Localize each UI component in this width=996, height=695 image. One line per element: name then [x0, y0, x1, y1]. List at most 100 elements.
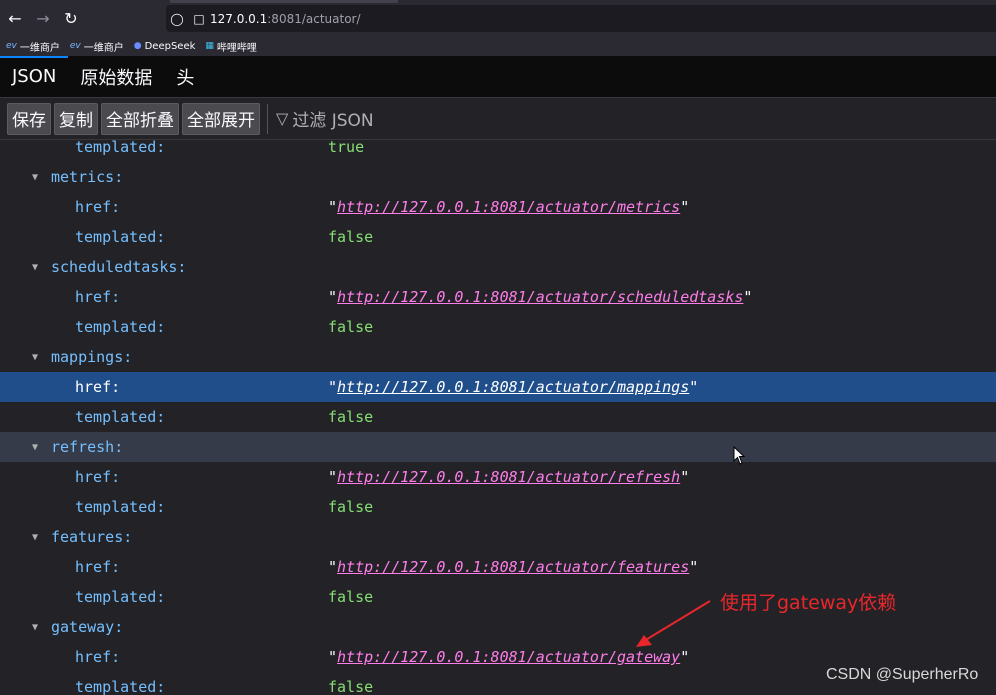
- bookmark-label: 哔哩哔哩: [216, 42, 257, 54]
- tree-value: "http://127.0.0.1:8081/actuator/mappings…: [328, 378, 698, 396]
- shield-icon[interactable]: ◯: [166, 12, 188, 26]
- tree-key: refresh:: [51, 438, 124, 456]
- reload-icon[interactable]: ↻: [58, 5, 84, 31]
- mouse-cursor-icon: [733, 446, 746, 465]
- funnel-icon: ▽: [276, 109, 289, 128]
- collapse-all-button[interactable]: 全部折叠: [101, 102, 179, 135]
- tree-property-row[interactable]: templated: false: [0, 492, 996, 522]
- copy-button[interactable]: 复制: [54, 102, 98, 135]
- quote-mark: ": [680, 468, 690, 486]
- url-bar[interactable]: ◯ □ 127.0.0.1:8081/actuator/: [166, 5, 996, 32]
- tree-key: href:: [75, 198, 121, 216]
- tab-label: 头: [176, 67, 195, 89]
- href-link[interactable]: http://127.0.0.1:8081/actuator/features: [337, 558, 689, 576]
- filter-json-input[interactable]: ▽ 过滤 JSON: [276, 106, 374, 131]
- tree-value: "http://127.0.0.1:8081/actuator/refresh": [328, 468, 689, 486]
- href-link[interactable]: http://127.0.0.1:8081/actuator/scheduled…: [337, 288, 743, 306]
- tree-key: href:: [75, 558, 121, 576]
- tree-key: metrics:: [51, 168, 124, 186]
- tree-key: templated:: [75, 498, 166, 516]
- quote-mark: ": [680, 648, 690, 666]
- quote-mark: ": [328, 558, 338, 576]
- browser-window: ← → ↻ ◯ □ 127.0.0.1:8081/actuator/ ev 一维商…: [0, 0, 996, 695]
- back-arrow-icon[interactable]: ←: [2, 5, 28, 31]
- bookmark-item[interactable]: ● DeepSeek: [134, 41, 196, 52]
- href-link[interactable]: http://127.0.0.1:8081/actuator/metrics: [337, 198, 680, 216]
- tree-key: href:: [75, 288, 121, 306]
- tree-key: scheduledtasks:: [51, 258, 187, 276]
- tab-label: 原始数据: [80, 67, 153, 89]
- tree-key: templated:: [75, 318, 166, 336]
- quote-mark: ": [328, 468, 338, 486]
- filter-placeholder: 过滤 JSON: [292, 111, 374, 131]
- url-path: :8081/actuator/: [267, 11, 361, 26]
- tree-value: true: [328, 140, 365, 156]
- save-button[interactable]: 保存: [7, 102, 51, 135]
- tree-property-row[interactable]: href: "http://127.0.0.1:8081/actuator/met…: [0, 192, 996, 222]
- quote-mark: ": [328, 648, 338, 666]
- tree-property-row[interactable]: templated: false: [0, 222, 996, 252]
- browser-toolbar: ← → ↻ ◯ □ 127.0.0.1:8081/actuator/: [0, 0, 996, 36]
- tree-property-row[interactable]: href: "http://127.0.0.1:8081/actuator/fea…: [0, 552, 996, 582]
- page-info-icon[interactable]: □: [188, 12, 210, 26]
- tree-value: false: [328, 588, 374, 606]
- ev-icon: ev: [69, 41, 81, 51]
- expand-triangle-icon[interactable]: ▼: [32, 532, 44, 543]
- tree-value: false: [328, 678, 374, 695]
- tree-key: features:: [51, 528, 133, 546]
- bookmark-item[interactable]: ev 一维商户: [70, 39, 124, 54]
- active-tab-edge: [170, 0, 398, 3]
- bookmarks-bar: ev 一维商户 ev 一维商户 ● DeepSeek ▦ 哔哩哔哩: [0, 36, 996, 56]
- tree-value: "http://127.0.0.1:8081/actuator/features…: [328, 558, 698, 576]
- url-host: 127.0.0.1: [210, 11, 268, 26]
- tree-object-row[interactable]: ▼ metrics:: [0, 162, 996, 192]
- bookmark-item[interactable]: ev 一维商户: [6, 39, 60, 54]
- tab-headers[interactable]: 头: [164, 56, 206, 97]
- tree-object-row[interactable]: ▼ refresh:: [0, 432, 996, 462]
- tree-key: templated:: [75, 678, 166, 695]
- tab-raw-data[interactable]: 原始数据: [68, 56, 164, 97]
- quote-mark: ": [328, 288, 338, 306]
- forward-arrow-icon[interactable]: →: [30, 5, 56, 31]
- tree-property-row[interactable]: templated: false: [0, 402, 996, 432]
- expand-triangle-icon[interactable]: ▼: [32, 262, 44, 273]
- tab-json[interactable]: JSON: [0, 56, 69, 97]
- tree-property-row[interactable]: templated: true: [0, 140, 996, 162]
- tree-object-row[interactable]: ▼ mappings:: [0, 342, 996, 372]
- tree-value: false: [328, 408, 374, 426]
- quote-mark: ": [680, 198, 690, 216]
- tree-property-row[interactable]: templated: false: [0, 312, 996, 342]
- bookmark-item[interactable]: ▦ 哔哩哔哩: [205, 39, 257, 54]
- expand-triangle-icon[interactable]: ▼: [32, 442, 44, 453]
- viewer-tabs: JSON 原始数据 头: [0, 56, 996, 98]
- tree-key: gateway:: [51, 618, 124, 636]
- tree-object-row[interactable]: ▼ features:: [0, 522, 996, 552]
- expand-triangle-icon[interactable]: ▼: [32, 172, 44, 183]
- tree-property-row[interactable]: href: "http://127.0.0.1:8081/actuator/ref…: [0, 462, 996, 492]
- bookmark-label: DeepSeek: [144, 40, 196, 52]
- href-link[interactable]: http://127.0.0.1:8081/actuator/mappings: [337, 378, 689, 396]
- expand-triangle-icon[interactable]: ▼: [32, 352, 44, 363]
- tree-object-row[interactable]: ▼ scheduledtasks:: [0, 252, 996, 282]
- quote-mark: ": [328, 378, 338, 396]
- toolbar-divider: [267, 103, 268, 134]
- quote-mark: ": [743, 288, 753, 306]
- tree-key: href:: [75, 378, 121, 396]
- tree-value: false: [328, 498, 374, 516]
- tab-label: JSON: [12, 66, 57, 87]
- tree-key: templated:: [75, 140, 166, 156]
- tree-value: "http://127.0.0.1:8081/actuator/gateway": [328, 648, 689, 666]
- bilibili-icon: ▦: [205, 41, 214, 51]
- href-link[interactable]: http://127.0.0.1:8081/actuator/refresh: [337, 468, 680, 486]
- tree-object-row[interactable]: ▼ gateway:: [0, 612, 996, 642]
- tree-value: false: [328, 318, 374, 336]
- tree-value: false: [328, 228, 374, 246]
- expand-all-button[interactable]: 全部展开: [182, 102, 260, 135]
- expand-triangle-icon[interactable]: ▼: [32, 622, 44, 633]
- tree-property-row[interactable]: href: "http://127.0.0.1:8081/actuator/sch…: [0, 282, 996, 312]
- tree-key: href:: [75, 648, 121, 666]
- bookmark-label: 一维商户: [83, 42, 124, 54]
- href-link[interactable]: http://127.0.0.1:8081/actuator/gateway: [337, 648, 680, 666]
- tree-key: mappings:: [51, 348, 133, 366]
- tree-property-row[interactable]: href: "http://127.0.0.1:8081/actuator/map…: [0, 372, 996, 402]
